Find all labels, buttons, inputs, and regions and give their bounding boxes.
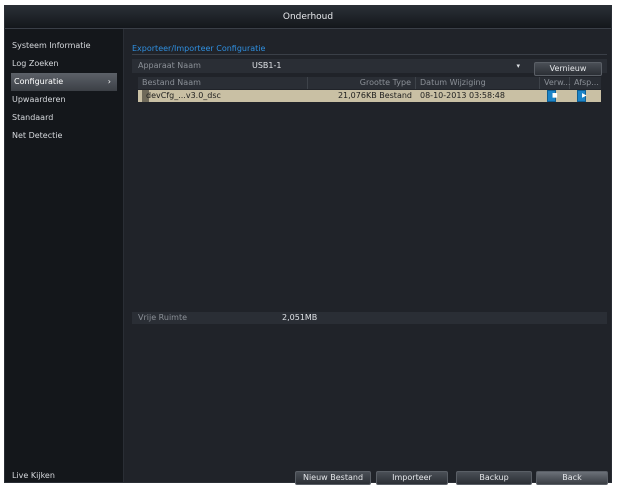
- live-view-link[interactable]: Live Kijken: [12, 471, 55, 480]
- column-header-name[interactable]: Bestand Naam: [138, 77, 308, 89]
- file-date-cell: 08-10-2013 03:58:48: [420, 91, 505, 100]
- window-title: Onderhoud: [5, 6, 611, 29]
- sidebar-item-label: Configuratie: [14, 77, 64, 86]
- new-file-button[interactable]: Nieuw Bestand: [295, 471, 371, 485]
- file-size-cell: 21,076KB Bestand: [337, 91, 412, 100]
- table-header: Bestand Naam Grootte Type Datum Wijzigin…: [138, 77, 601, 89]
- sidebar-item-systeem-informatie[interactable]: Systeem Informatie: [5, 37, 123, 55]
- file-name-cell: devCfg_...v3.0_dsc: [138, 90, 308, 102]
- free-space-label: Vrije Ruimte: [138, 313, 188, 322]
- import-button[interactable]: Importeer: [376, 471, 448, 485]
- free-space-value: 2,051MB: [282, 313, 318, 322]
- backup-button[interactable]: Backup: [456, 471, 532, 485]
- sidebar: Systeem Informatie Log Zoeken Configurat…: [5, 29, 124, 482]
- refresh-button[interactable]: Vernieuw: [534, 62, 602, 76]
- device-select[interactable]: USB1-1 ▾: [252, 59, 524, 73]
- sidebar-item-upwaarderen[interactable]: Upwaarderen: [5, 91, 123, 109]
- main-panel: Exporteer/Importeer Configuratie Apparaa…: [124, 29, 611, 485]
- free-space-row: Vrije Ruimte 2,051MB: [132, 312, 607, 324]
- device-select-value: USB1-1: [252, 61, 282, 70]
- back-button[interactable]: Back: [536, 471, 608, 485]
- play-icon[interactable]: ▶: [577, 90, 587, 102]
- device-label: Apparaat Naam: [138, 61, 201, 70]
- sidebar-item-log-zoeken[interactable]: Log Zoeken: [5, 55, 123, 73]
- chevron-right-icon: ›: [107, 77, 111, 86]
- app-window: Onderhoud Systeem Informatie Log Zoeken …: [4, 5, 612, 485]
- column-header-delete[interactable]: Verw...: [540, 77, 571, 89]
- column-header-size[interactable]: Grootte Type: [308, 77, 416, 89]
- divider: [132, 54, 607, 55]
- sidebar-item-standaard[interactable]: Standaard: [5, 109, 123, 127]
- sidebar-item-net-detectie[interactable]: Net Detectie: [5, 127, 123, 145]
- table-row[interactable]: devCfg_...v3.0_dsc 21,076KB Bestand 08-1…: [138, 90, 601, 102]
- file-name: devCfg_...v3.0_dsc: [146, 91, 221, 100]
- section-title: Exporteer/Importeer Configuratie: [132, 44, 266, 53]
- chevron-down-icon: ▾: [516, 62, 520, 70]
- delete-icon[interactable]: ■: [547, 90, 558, 102]
- sidebar-item-configuratie[interactable]: Configuratie ›: [11, 73, 117, 91]
- column-header-play[interactable]: Afsp...: [570, 77, 601, 89]
- column-header-date[interactable]: Datum Wijziging: [416, 77, 540, 89]
